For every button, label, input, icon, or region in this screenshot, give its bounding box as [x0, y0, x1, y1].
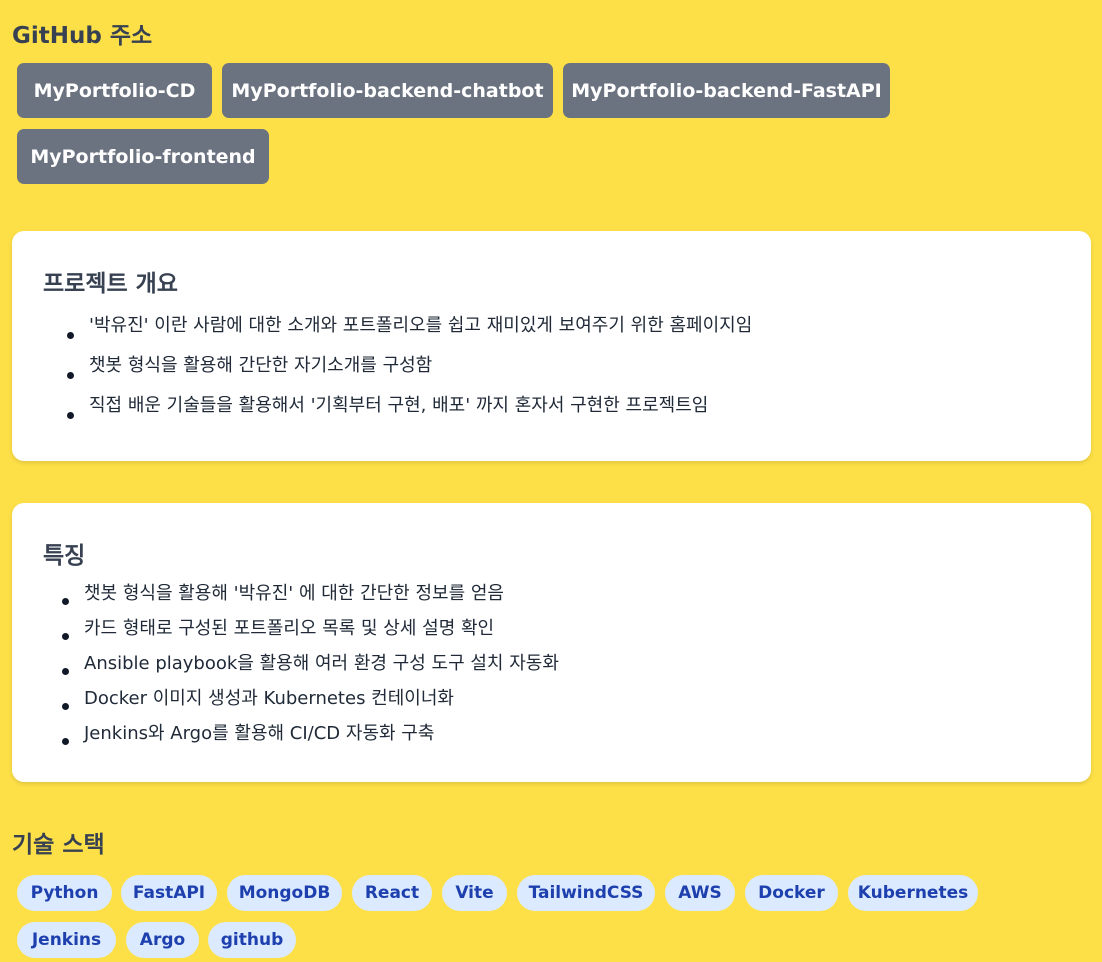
overview-list: '박유진' 이란 사람에 대한 소개와 포트폴리오를 쉽고 재미있게 보여주기 …	[67, 315, 753, 435]
tag-argo: Argo	[126, 922, 199, 958]
bullet-icon	[62, 632, 69, 640]
list-item: 챗봇 형식을 활용해 '박유진' 에 대한 간단한 정보를 얻음	[62, 583, 559, 618]
repo-button-frontend[interactable]: MyPortfolio-frontend	[17, 129, 269, 184]
bullet-icon	[62, 597, 69, 605]
bullet-icon	[62, 702, 69, 710]
list-item-text: 카드 형태로 구성된 포트폴리오 목록 및 상세 설명 확인	[84, 618, 495, 639]
list-item-text: Docker 이미지 생성과 Kubernetes 컨테이너화	[84, 688, 454, 709]
list-item: '박유진' 이란 사람에 대한 소개와 포트폴리오를 쉽고 재미있게 보여주기 …	[67, 315, 753, 355]
bullet-icon	[67, 332, 74, 339]
bullet-icon	[62, 667, 69, 675]
list-item-text: '박유진' 이란 사람에 대한 소개와 포트폴리오를 쉽고 재미있게 보여주기 …	[89, 315, 753, 336]
tag-react: React	[352, 875, 432, 911]
github-section-title: GitHub 주소	[12, 23, 153, 49]
tag-python: Python	[17, 875, 112, 911]
list-item: Ansible playbook을 활용해 여러 환경 구성 도구 설치 자동화	[62, 653, 559, 688]
overview-title: 프로젝트 개요	[43, 271, 178, 297]
list-item-text: 챗봇 형식을 활용해 '박유진' 에 대한 간단한 정보를 얻음	[84, 583, 504, 604]
tag-jenkins: Jenkins	[17, 922, 116, 958]
list-item-text: 직접 배운 기술들을 활용해서 '기획부터 구현, 배포' 까지 혼자서 구현한…	[89, 395, 709, 416]
bullet-icon	[67, 412, 74, 419]
tag-docker: Docker	[745, 875, 838, 911]
tag-github: github	[208, 922, 296, 958]
tag-kubernetes: Kubernetes	[848, 875, 978, 911]
list-item-text: Jenkins와 Argo를 활용해 CI/CD 자동화 구축	[84, 723, 435, 744]
tag-fastapi: FastAPI	[121, 875, 217, 911]
repo-button-backend-chatbot[interactable]: MyPortfolio-backend-chatbot	[222, 63, 553, 118]
overview-card: 프로젝트 개요 '박유진' 이란 사람에 대한 소개와 포트폴리오를 쉽고 재미…	[12, 231, 1091, 461]
features-list: 챗봇 형식을 활용해 '박유진' 에 대한 간단한 정보를 얻음 카드 형태로 …	[62, 583, 559, 758]
list-item: 카드 형태로 구성된 포트폴리오 목록 및 상세 설명 확인	[62, 618, 559, 653]
tag-mongodb: MongoDB	[227, 875, 342, 911]
list-item: Jenkins와 Argo를 활용해 CI/CD 자동화 구축	[62, 723, 559, 758]
tag-aws: AWS	[665, 875, 735, 911]
list-item: 직접 배운 기술들을 활용해서 '기획부터 구현, 배포' 까지 혼자서 구현한…	[67, 395, 752, 435]
list-item-text: 챗봇 형식을 활용해 간단한 자기소개를 구성함	[89, 355, 433, 376]
list-item: Docker 이미지 생성과 Kubernetes 컨테이너화	[62, 688, 559, 723]
list-item-text: Ansible playbook을 활용해 여러 환경 구성 도구 설치 자동화	[84, 653, 559, 674]
tag-tailwindcss: TailwindCSS	[517, 875, 655, 911]
tag-vite: Vite	[442, 875, 507, 911]
list-item: 챗봇 형식을 활용해 간단한 자기소개를 구성함	[67, 355, 752, 395]
features-card: 특징 챗봇 형식을 활용해 '박유진' 에 대한 간단한 정보를 얻음 카드 형…	[12, 503, 1091, 782]
repo-button-backend-fastapi[interactable]: MyPortfolio-backend-FastAPI	[563, 63, 890, 118]
repo-button-cd[interactable]: MyPortfolio-CD	[17, 63, 212, 118]
bullet-icon	[67, 372, 74, 379]
features-title: 특징	[43, 543, 86, 569]
stack-section-title: 기술 스택	[12, 832, 105, 858]
bullet-icon	[62, 737, 69, 745]
